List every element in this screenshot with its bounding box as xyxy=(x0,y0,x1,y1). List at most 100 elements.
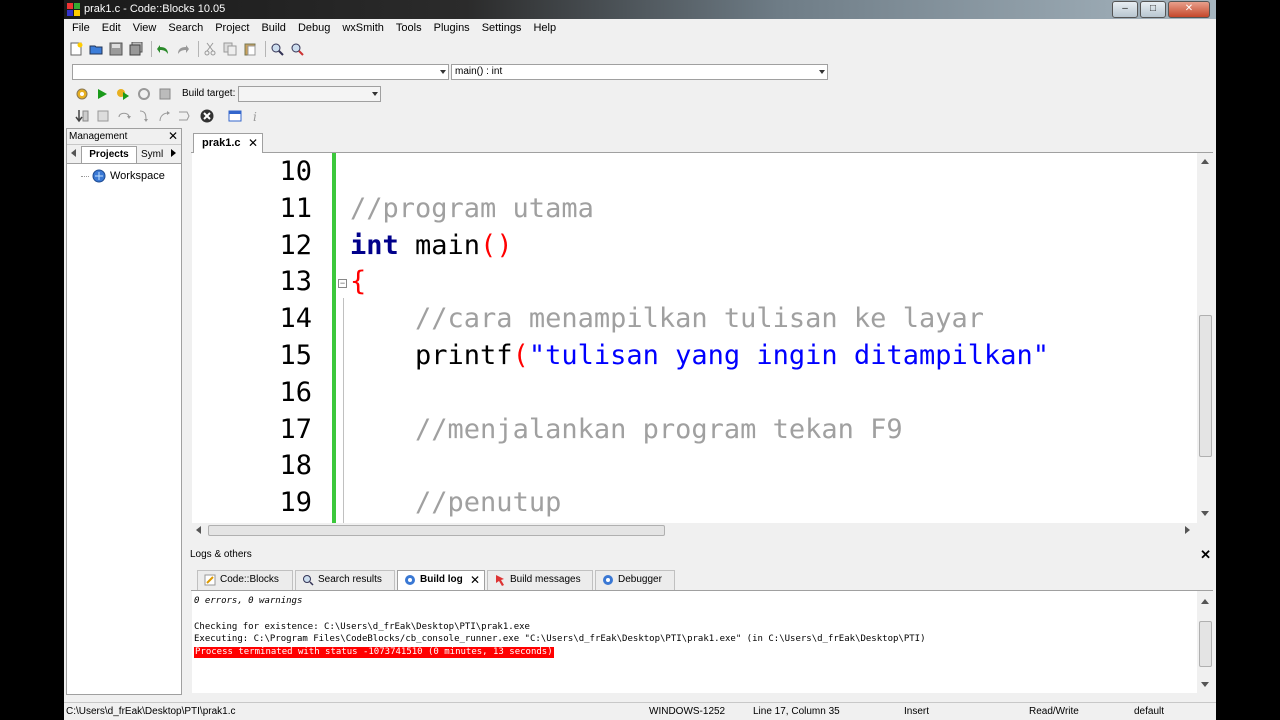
editor-horizontal-scrollbar[interactable] xyxy=(192,523,1197,537)
tab-search-results[interactable]: Search results xyxy=(295,570,395,590)
workspace-tree-item[interactable]: Workspace xyxy=(81,169,165,183)
debug-continue-icon[interactable] xyxy=(74,108,90,124)
next-line-icon[interactable] xyxy=(116,108,132,124)
next-instruction-icon[interactable] xyxy=(176,108,192,124)
code-token: main xyxy=(398,229,481,261)
menu-settings[interactable]: Settings xyxy=(476,19,528,38)
menu-tools[interactable]: Tools xyxy=(390,19,428,38)
save-icon[interactable] xyxy=(108,41,124,57)
close-window-button[interactable]: ✕ xyxy=(1168,1,1210,18)
menu-file[interactable]: File xyxy=(66,19,96,38)
tab-label: Build log xyxy=(420,574,463,585)
code-line: 12 int main() xyxy=(192,227,1197,264)
redo-icon[interactable] xyxy=(175,41,191,57)
function-combo-value: main() : int xyxy=(455,66,503,77)
tab-build-log[interactable]: Build log ✕ xyxy=(397,570,485,590)
close-logs-icon[interactable]: ✕ xyxy=(1200,547,1211,563)
tab-projects[interactable]: Projects xyxy=(81,146,137,163)
scroll-down-icon[interactable] xyxy=(1201,682,1209,687)
abort-icon[interactable] xyxy=(157,86,173,102)
scroll-left-icon[interactable] xyxy=(196,526,201,534)
close-tab-icon[interactable]: ✕ xyxy=(248,134,258,152)
replace-icon[interactable] xyxy=(289,41,305,57)
status-encoding: WINDOWS-1252 xyxy=(649,706,726,717)
management-header: Management ✕ xyxy=(67,129,181,145)
tab-label: Debugger xyxy=(618,574,662,585)
build-gear-icon[interactable] xyxy=(74,86,90,102)
code-token: () xyxy=(480,229,513,261)
build-target-combo[interactable] xyxy=(238,86,381,102)
line-number: 13 xyxy=(279,266,312,298)
editor-horizontal-scroll-thumb[interactable] xyxy=(208,525,665,536)
build-messages-icon xyxy=(496,575,504,586)
tab-codeblocks-log[interactable]: Code::Blocks xyxy=(197,570,293,590)
log-vertical-scroll-thumb[interactable] xyxy=(1199,621,1212,667)
minimize-button[interactable]: – xyxy=(1112,1,1138,18)
menu-debug[interactable]: Debug xyxy=(292,19,336,38)
menu-search[interactable]: Search xyxy=(162,19,209,38)
menu-edit[interactable]: Edit xyxy=(96,19,127,38)
find-icon[interactable] xyxy=(269,41,285,57)
undo-icon[interactable] xyxy=(155,41,171,57)
build-and-run-icon[interactable] xyxy=(115,86,131,102)
tab-debugger[interactable]: Debugger xyxy=(595,570,675,590)
paste-icon[interactable] xyxy=(242,41,258,57)
codeblocks-app-icon xyxy=(67,3,80,16)
window-title: prak1.c - Code::Blocks 10.05 xyxy=(84,3,226,15)
menu-build[interactable]: Build xyxy=(255,19,291,38)
debugger-toolbar: i xyxy=(64,106,1216,127)
function-combo[interactable]: main() : int xyxy=(451,64,828,80)
tab-scroll-right-icon[interactable] xyxy=(171,149,176,157)
menu-view[interactable]: View xyxy=(127,19,163,38)
tab-symbols[interactable]: Syml xyxy=(141,148,163,162)
scroll-right-icon[interactable] xyxy=(1185,526,1190,534)
code-editor[interactable]: − 10 11//program utama 12 int main() 13{14 /… xyxy=(192,153,1197,523)
cut-icon[interactable] xyxy=(202,41,218,57)
tree-connector xyxy=(81,175,89,177)
code-token: ( xyxy=(512,340,529,371)
new-file-icon[interactable] xyxy=(68,41,84,57)
open-folder-icon[interactable] xyxy=(88,41,104,57)
menu-project[interactable]: Project xyxy=(209,19,255,38)
rebuild-icon[interactable] xyxy=(136,86,152,102)
editor-vertical-scroll-thumb[interactable] xyxy=(1199,315,1212,457)
tab-prak1-c[interactable]: prak1.c ✕ xyxy=(193,133,263,153)
title-bar[interactable]: prak1.c - Code::Blocks 10.05 – □ ✕ xyxy=(64,0,1216,19)
status-file-path: C:\Users\d_frEak\Desktop\PTI\prak1.c xyxy=(66,706,236,717)
save-all-icon[interactable] xyxy=(128,41,144,57)
tab-build-messages[interactable]: Build messages xyxy=(487,570,593,590)
panel-splitter[interactable] xyxy=(185,128,189,695)
log-vertical-scrollbar[interactable] xyxy=(1197,591,1213,693)
scroll-up-icon[interactable] xyxy=(1201,599,1209,604)
menu-wxsmith[interactable]: wxSmith xyxy=(336,19,390,38)
code-line: 16 xyxy=(192,374,1197,411)
close-management-icon[interactable]: ✕ xyxy=(168,129,178,144)
close-build-log-icon[interactable]: ✕ xyxy=(470,571,480,589)
run-icon[interactable] xyxy=(94,86,110,102)
tab-label: Code::Blocks xyxy=(220,574,279,585)
menu-help[interactable]: Help xyxy=(527,19,562,38)
stop-debugger-icon[interactable] xyxy=(199,108,215,124)
status-cursor-position: Line 17, Column 35 xyxy=(753,706,840,717)
maximize-button[interactable]: □ xyxy=(1140,1,1166,18)
step-out-icon[interactable] xyxy=(156,108,172,124)
debugging-windows-icon[interactable] xyxy=(227,108,243,124)
build-log-output[interactable]: 0 errors, 0 warnings Checking for existe… xyxy=(192,591,1197,693)
scope-combo[interactable] xyxy=(72,64,449,80)
code-completion-toolbar: main() : int xyxy=(64,61,1216,83)
info-icon[interactable]: i xyxy=(248,108,264,124)
scroll-down-icon[interactable] xyxy=(1201,511,1209,516)
code-text: //menjalankan program tekan F9 xyxy=(350,411,903,448)
step-into-icon[interactable] xyxy=(136,108,152,124)
status-insert-mode: Insert xyxy=(904,706,930,717)
status-profile: default xyxy=(1134,706,1165,717)
code-line: 15 printf("tulisan yang ingin ditampilka… xyxy=(192,337,1197,374)
main-toolbar xyxy=(64,38,1216,59)
tab-scroll-left-icon[interactable] xyxy=(71,149,76,157)
menu-plugins[interactable]: Plugins xyxy=(428,19,476,38)
run-to-cursor-icon[interactable] xyxy=(95,108,111,124)
editor-vertical-scrollbar[interactable] xyxy=(1197,153,1213,523)
management-panel: Management ✕ Projects Syml Workspace xyxy=(66,128,182,695)
scroll-up-icon[interactable] xyxy=(1201,159,1209,164)
copy-icon[interactable] xyxy=(222,41,238,57)
